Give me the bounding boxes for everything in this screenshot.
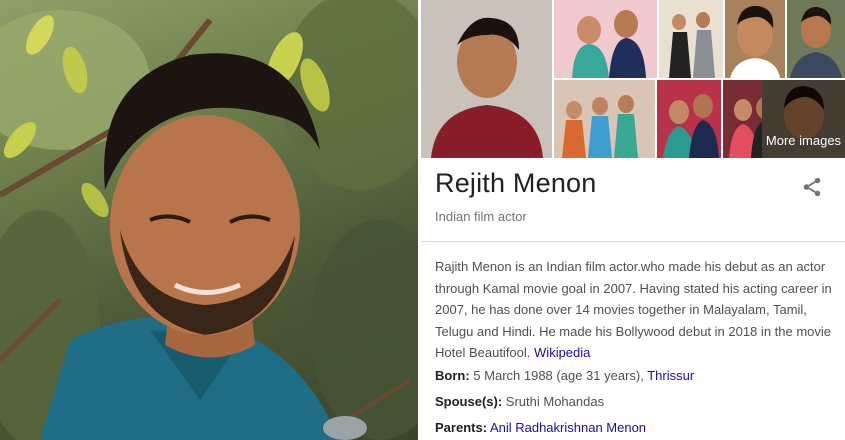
- entity-header: Rejith Menon Indian film actor: [435, 168, 831, 224]
- fact-parents: Parents: Anil Radhakrishnan Menon: [435, 420, 646, 435]
- entity-name: Rejith Menon: [435, 168, 597, 198]
- fact-spouse-label: Spouse(s):: [435, 394, 503, 409]
- image-thumbnail[interactable]: [554, 0, 657, 78]
- image-thumbnail[interactable]: [725, 0, 785, 78]
- event-thumbnail-image: [659, 0, 723, 78]
- image-thumbnail[interactable]: [659, 0, 723, 78]
- share-icon: [803, 177, 821, 197]
- more-images-button[interactable]: More images: [762, 80, 845, 158]
- section-divider: [421, 241, 845, 242]
- image-thumbnail[interactable]: [657, 80, 721, 158]
- wedding-thumbnail-image: [657, 80, 721, 158]
- entity-type: Indian film actor: [435, 209, 527, 224]
- image-thumbnail[interactable]: [421, 0, 552, 158]
- fact-born-value: 5 March 1988 (age 31 years),: [473, 368, 644, 383]
- entity-description: Rajith Menon is an Indian film actor.who…: [435, 256, 833, 364]
- share-button[interactable]: [801, 176, 823, 198]
- wikipedia-link[interactable]: Wikipedia: [534, 345, 590, 360]
- fact-parents-label: Parents:: [435, 420, 488, 435]
- more-images-label: More images: [765, 133, 842, 148]
- checked-shirt-thumbnail-image: [787, 0, 845, 78]
- image-thumbnail-grid: More images: [421, 0, 845, 158]
- couple-thumbnail-image: [554, 0, 657, 78]
- portrait-photo-illustration: [0, 0, 418, 440]
- image-thumbnail[interactable]: [554, 80, 655, 158]
- birthplace-link[interactable]: Thrissur: [647, 368, 694, 383]
- image-thumbnail[interactable]: [787, 0, 845, 78]
- family-thumbnail-image: [554, 80, 655, 158]
- fact-spouse-value: Sruthi Mohandas: [505, 394, 605, 409]
- portrait-thumbnail-image: [421, 0, 552, 158]
- description-text: Rajith Menon is an Indian film actor.who…: [435, 259, 832, 360]
- fact-born-label: Born:: [435, 368, 470, 383]
- smiling-thumbnail-image: [725, 0, 785, 78]
- knowledge-panel: More images Rejith Menon Indian film act…: [421, 0, 845, 440]
- fact-spouse: Spouse(s): Sruthi Mohandas: [435, 394, 604, 409]
- fact-born: Born: 5 March 1988 (age 31 years), Thris…: [435, 368, 694, 383]
- hero-photo: [0, 0, 418, 440]
- parents-link[interactable]: Anil Radhakrishnan Menon: [490, 420, 646, 435]
